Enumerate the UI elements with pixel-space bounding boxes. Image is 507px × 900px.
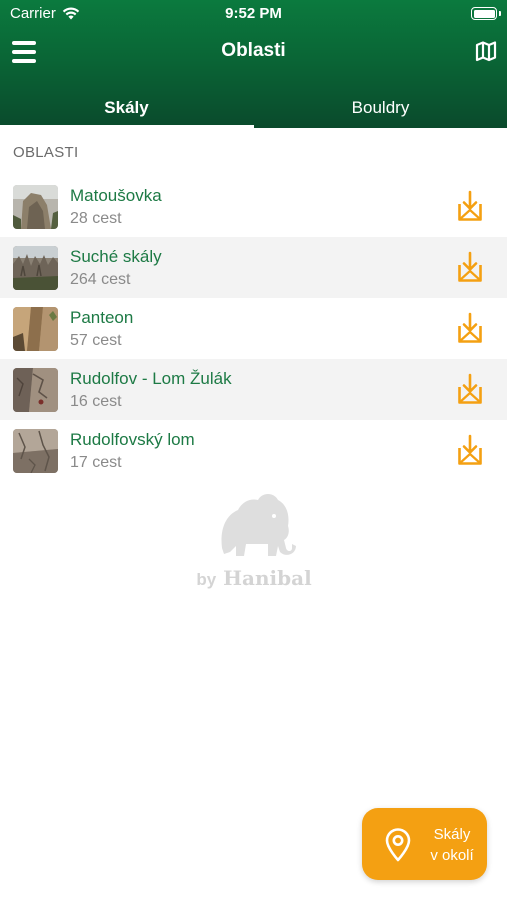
area-list: Matoušovka 28 cest Suché skály 264 cest … bbox=[0, 176, 507, 481]
area-thumbnail bbox=[13, 368, 58, 412]
map-button[interactable] bbox=[475, 40, 497, 62]
fab-line2: v okolí bbox=[430, 847, 474, 864]
route-count: 16 cest bbox=[70, 393, 122, 410]
download-button[interactable] bbox=[457, 190, 483, 222]
elephant-icon bbox=[221, 494, 296, 556]
section-header: OBLASTI bbox=[13, 144, 79, 161]
download-icon bbox=[458, 190, 482, 221]
tab-indicator bbox=[0, 125, 254, 128]
download-button[interactable] bbox=[457, 434, 483, 466]
area-name: Panteon bbox=[70, 308, 134, 327]
screen: Carrier 9:52 PM Oblasti Skály Bouldry OB… bbox=[0, 0, 507, 900]
tab-bar: Skály Bouldry bbox=[0, 90, 507, 128]
nearby-rocks-button[interactable]: Skály v okolí bbox=[362, 808, 487, 880]
tab-skaly[interactable]: Skály bbox=[0, 90, 253, 128]
list-item[interactable]: Panteon 57 cest bbox=[0, 298, 507, 359]
battery-level bbox=[473, 9, 495, 18]
nearby-rocks-label: Skály v okolí bbox=[422, 824, 482, 866]
download-icon bbox=[458, 434, 482, 465]
logo-brand: Hanibal bbox=[223, 566, 312, 590]
battery-icon bbox=[471, 7, 497, 20]
tab-bouldry[interactable]: Bouldry bbox=[254, 90, 507, 128]
area-thumbnail bbox=[13, 185, 58, 229]
route-count: 264 cest bbox=[70, 271, 131, 288]
status-time: 9:52 PM bbox=[225, 5, 282, 22]
page-title: Oblasti bbox=[221, 40, 286, 61]
area-thumbnail bbox=[13, 429, 58, 473]
download-button[interactable] bbox=[457, 251, 483, 283]
status-bar: Carrier 9:52 PM bbox=[0, 0, 507, 28]
area-name: Suché skály bbox=[70, 247, 162, 266]
header: Carrier 9:52 PM Oblasti Skály Bouldry bbox=[0, 0, 507, 128]
area-thumbnail bbox=[13, 307, 58, 351]
list-item[interactable]: Rudolfovský lom 17 cest bbox=[0, 420, 507, 481]
area-name: Rudolfovský lom bbox=[70, 430, 195, 449]
map-icon bbox=[475, 41, 497, 62]
area-name: Matoušovka bbox=[70, 186, 162, 205]
location-pin-icon bbox=[385, 828, 411, 862]
route-count: 57 cest bbox=[70, 332, 122, 349]
download-button[interactable] bbox=[457, 373, 483, 405]
area-thumbnail bbox=[13, 246, 58, 290]
fab-line1: Skály bbox=[433, 826, 471, 843]
area-name: Rudolfov - Lom Žulák bbox=[70, 369, 232, 388]
route-count: 28 cest bbox=[70, 210, 122, 227]
list-item[interactable]: Suché skály 264 cest bbox=[0, 237, 507, 298]
list-item[interactable]: Matoušovka 28 cest bbox=[0, 176, 507, 237]
logo-text: by Hanibal bbox=[184, 566, 324, 590]
list-item[interactable]: Rudolfov - Lom Žulák 16 cest bbox=[0, 359, 507, 420]
hanibal-logo: by Hanibal bbox=[184, 488, 324, 596]
nav-bar: Oblasti bbox=[0, 30, 507, 76]
logo-by: by bbox=[196, 570, 217, 589]
download-icon bbox=[458, 312, 482, 343]
route-count: 17 cest bbox=[70, 454, 122, 471]
battery-tip bbox=[499, 11, 501, 16]
download-icon bbox=[458, 251, 482, 282]
download-button[interactable] bbox=[457, 312, 483, 344]
download-icon bbox=[458, 373, 482, 404]
